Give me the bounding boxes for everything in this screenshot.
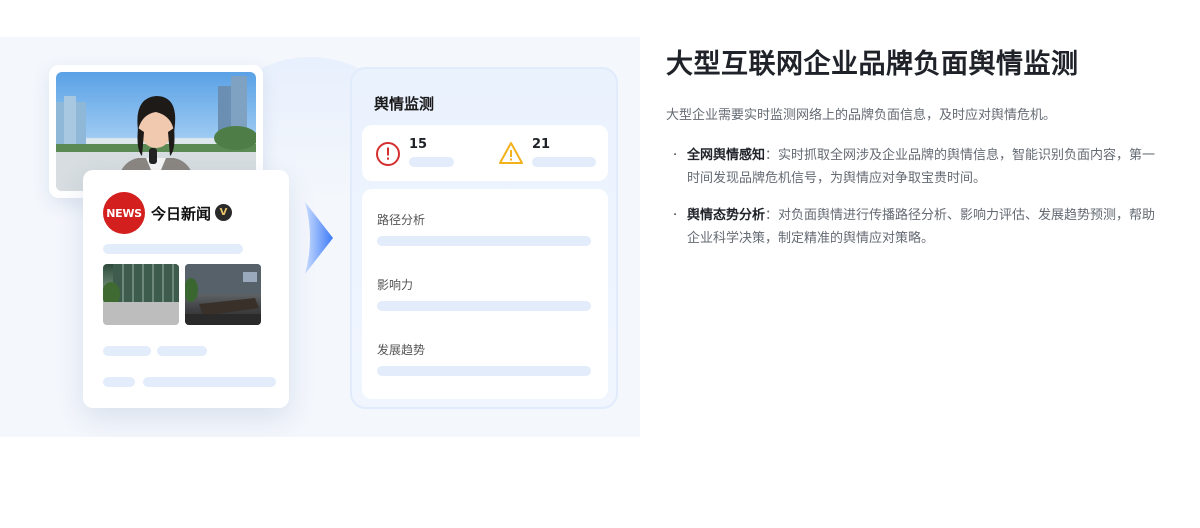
metric-bar — [377, 236, 591, 246]
placeholder-bar — [532, 157, 596, 167]
placeholder-bar — [143, 377, 276, 387]
placeholder-bar — [103, 377, 135, 387]
news-title: 今日新闻 — [151, 205, 212, 223]
bullet-title: 全网舆情感知 — [687, 148, 766, 163]
building-photo — [103, 264, 179, 325]
alert-count: 15 — [409, 137, 428, 152]
news-logo: NEWS — [103, 192, 145, 234]
illustration-panel: NEWS 今日新闻 V 舆情监测 15 21 路径分析 影响力 发展趋势 — [0, 37, 640, 437]
verified-icon: V — [215, 204, 232, 221]
placeholder-bar — [103, 346, 151, 356]
bullet-text: 时间发现品牌危机信号，为舆情应对争取宝贵时间。 — [687, 171, 987, 186]
flow-arrow-icon — [305, 202, 333, 274]
bullet-text: 实时抓取全网涉及企业品牌的舆情信息，智能识别负面内容，第一 — [778, 148, 1156, 163]
bullet-separator: ： — [765, 148, 779, 163]
metric-bar — [377, 301, 591, 311]
warning-count: 21 — [532, 137, 551, 152]
news-card: NEWS 今日新闻 V — [83, 170, 289, 408]
section-headline: 大型互联网企业品牌负面舆情监测 — [666, 49, 1079, 80]
bullet-separator: ： — [765, 208, 779, 223]
monitor-title: 舆情监测 — [374, 95, 435, 113]
placeholder-bar — [103, 244, 243, 254]
meeting-room-photo — [185, 264, 261, 325]
metric-label-path: 路径分析 — [377, 213, 426, 227]
feature-bullet: · 舆情态势分析：对负面舆情进行传播路径分析、影响力评估、发展趋势预测，帮助 企… — [670, 204, 1200, 250]
metrics-box: 路径分析 影响力 发展趋势 — [362, 189, 608, 399]
bullet-dot: · — [673, 208, 678, 223]
placeholder-bar — [157, 346, 207, 356]
bullet-text: 对负面舆情进行传播路径分析、影响力评估、发展趋势预测，帮助 — [778, 208, 1156, 223]
bullet-dot: · — [673, 148, 678, 163]
bullet-title: 舆情态势分析 — [687, 208, 766, 223]
feature-bullet: · 全网舆情感知：实时抓取全网涉及企业品牌的舆情信息，智能识别负面内容，第一 时… — [670, 144, 1200, 190]
monitor-panel: 舆情监测 15 21 路径分析 影响力 发展趋势 — [350, 67, 618, 409]
metric-bar — [377, 366, 591, 376]
metric-label-trend: 发展趋势 — [377, 343, 426, 357]
stats-box: 15 21 — [362, 125, 608, 181]
section-description: 大型企业需要实时监测网络上的品牌负面信息，及时应对舆情危机。 — [666, 108, 1057, 123]
metric-label-influence: 影响力 — [377, 278, 414, 292]
alert-circle-icon — [376, 142, 400, 166]
bullet-text: 企业科学决策，制定精准的舆情应对策略。 — [687, 231, 935, 246]
warning-triangle-icon — [499, 142, 523, 164]
placeholder-bar — [409, 157, 454, 167]
